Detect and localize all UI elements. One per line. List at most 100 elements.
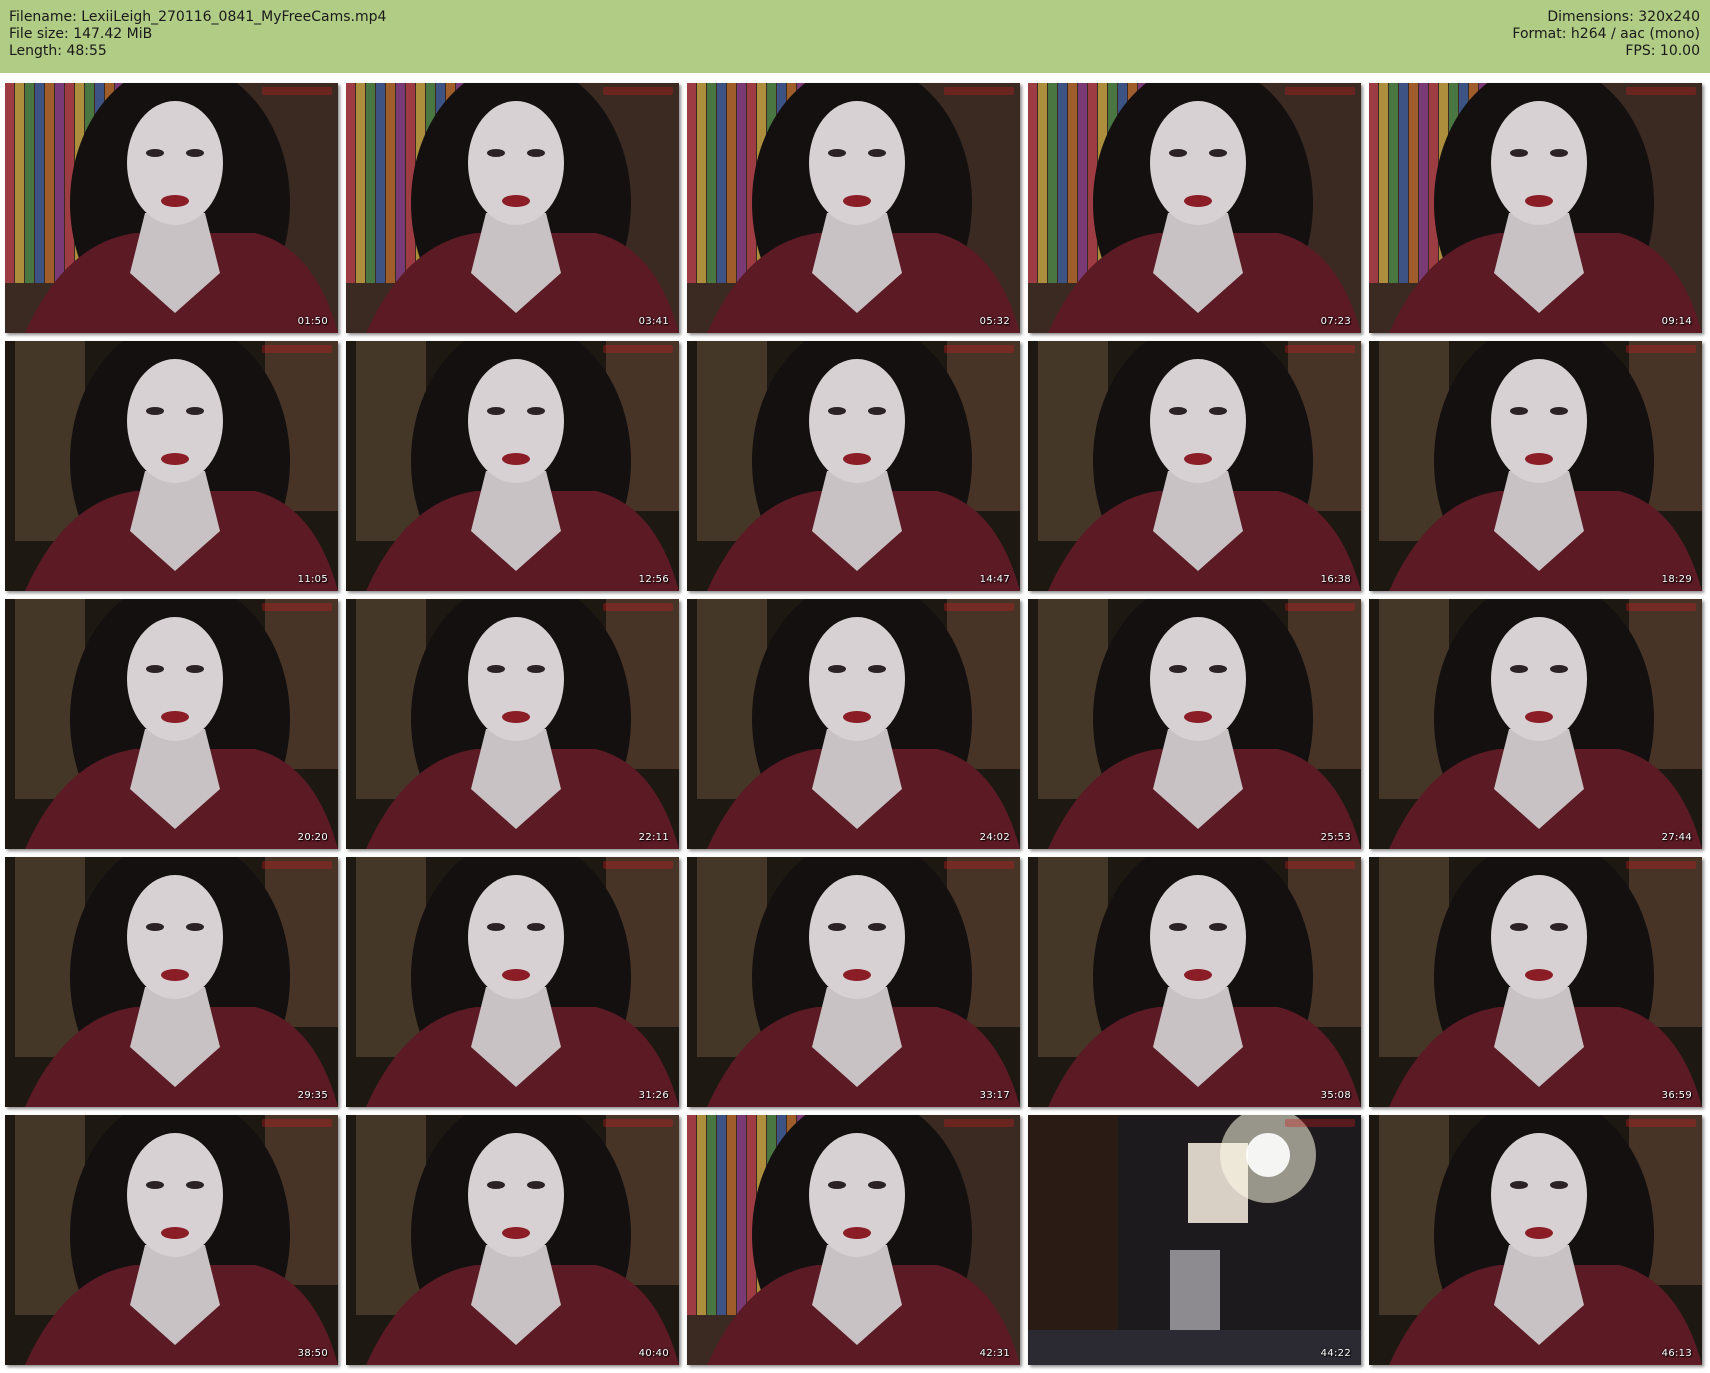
thumbnail-timestamp: 33:17 <box>979 1090 1010 1101</box>
video-thumbnail: 29:35 <box>5 857 338 1107</box>
thumbnail-timestamp: 18:29 <box>1661 574 1692 585</box>
watermark <box>944 87 1014 95</box>
thumbnail-image <box>1369 1115 1702 1365</box>
thumbnail-timestamp: 44:22 <box>1320 1348 1351 1359</box>
thumbnail-timestamp: 40:40 <box>638 1348 669 1359</box>
thumbnail-image <box>346 1115 679 1365</box>
video-thumbnail: 42:31 <box>687 1115 1020 1365</box>
video-thumbnail: 46:13 <box>1369 1115 1702 1365</box>
thumbnail-timestamp: 29:35 <box>297 1090 328 1101</box>
video-thumbnail: 27:44 <box>1369 599 1702 849</box>
thumbnail-timestamp: 42:31 <box>979 1348 1010 1359</box>
video-thumbnail: 44:22 <box>1028 1115 1361 1365</box>
watermark <box>944 1119 1014 1127</box>
thumbnail-image <box>346 341 679 591</box>
watermark <box>1285 603 1355 611</box>
video-thumbnail: 05:32 <box>687 83 1020 333</box>
watermark <box>262 603 332 611</box>
thumbnail-image <box>687 857 1020 1107</box>
thumbnail-image <box>1369 599 1702 849</box>
video-thumbnail: 18:29 <box>1369 341 1702 591</box>
video-thumbnail: 38:50 <box>5 1115 338 1365</box>
watermark <box>1285 861 1355 869</box>
thumbnail-timestamp: 20:20 <box>297 832 328 843</box>
thumbnail-image <box>1028 1115 1361 1365</box>
thumbnail-timestamp: 31:26 <box>638 1090 669 1101</box>
thumbnail-timestamp: 35:08 <box>1320 1090 1351 1101</box>
thumbnail-timestamp: 12:56 <box>638 574 669 585</box>
thumbnail-image <box>5 599 338 849</box>
thumbnail-timestamp: 14:47 <box>979 574 1010 585</box>
watermark <box>262 345 332 353</box>
video-thumbnail: 16:38 <box>1028 341 1361 591</box>
video-thumbnail: 03:41 <box>346 83 679 333</box>
video-thumbnail: 12:56 <box>346 341 679 591</box>
watermark <box>1285 345 1355 353</box>
thumbnail-image <box>346 857 679 1107</box>
dimensions-text: Dimensions: 320x240 <box>1547 9 1700 25</box>
watermark <box>262 861 332 869</box>
file-info: Filename: LexiiLeigh_270116_0841_MyFreeC… <box>9 9 386 60</box>
video-thumbnail: 25:53 <box>1028 599 1361 849</box>
video-thumbnail: 11:05 <box>5 341 338 591</box>
video-thumbnail: 01:50 <box>5 83 338 333</box>
thumbnail-image <box>1369 341 1702 591</box>
info-header: Filename: LexiiLeigh_270116_0841_MyFreeC… <box>0 0 1710 73</box>
video-thumbnail: 09:14 <box>1369 83 1702 333</box>
watermark <box>1626 1119 1696 1127</box>
thumbnail-grid: 01:50 03:41 05:32 07:23 09:14 11:05 12:56 14:47… <box>0 73 1710 1373</box>
thumbnail-timestamp: 22:11 <box>638 832 669 843</box>
video-thumbnail: 22:11 <box>346 599 679 849</box>
thumbnail-image <box>5 857 338 1107</box>
thumbnail-image <box>1028 599 1361 849</box>
fps-text: FPS: 10.00 <box>1625 43 1700 59</box>
watermark <box>603 87 673 95</box>
watermark <box>1285 1119 1355 1127</box>
thumbnail-image <box>1028 83 1361 333</box>
video-thumbnail: 24:02 <box>687 599 1020 849</box>
filesize-text: File size: 147.42 MiB <box>9 26 153 42</box>
thumbnail-image <box>687 599 1020 849</box>
thumbnail-timestamp: 09:14 <box>1661 316 1692 327</box>
thumbnail-image <box>687 341 1020 591</box>
thumbnail-image <box>1369 83 1702 333</box>
thumbnail-image <box>346 599 679 849</box>
stream-info: Dimensions: 320x240 Format: h264 / aac (… <box>1512 9 1700 60</box>
thumbnail-timestamp: 46:13 <box>1661 1348 1692 1359</box>
video-thumbnail: 40:40 <box>346 1115 679 1365</box>
video-thumbnail: 31:26 <box>346 857 679 1107</box>
video-thumbnail: 14:47 <box>687 341 1020 591</box>
thumbnail-image <box>687 1115 1020 1365</box>
thumbnail-timestamp: 07:23 <box>1320 316 1351 327</box>
watermark <box>1285 87 1355 95</box>
watermark <box>262 87 332 95</box>
thumbnail-timestamp: 24:02 <box>979 832 1010 843</box>
format-text: Format: h264 / aac (mono) <box>1512 26 1700 42</box>
thumbnail-timestamp: 03:41 <box>638 316 669 327</box>
video-thumbnail: 33:17 <box>687 857 1020 1107</box>
watermark <box>603 345 673 353</box>
length-text: Length: 48:55 <box>9 43 107 59</box>
thumbnail-image <box>1028 341 1361 591</box>
thumbnail-image <box>687 83 1020 333</box>
watermark <box>1626 345 1696 353</box>
thumbnail-timestamp: 36:59 <box>1661 1090 1692 1101</box>
watermark <box>603 603 673 611</box>
thumbnail-image <box>5 1115 338 1365</box>
thumbnail-timestamp: 27:44 <box>1661 832 1692 843</box>
video-thumbnail: 07:23 <box>1028 83 1361 333</box>
thumbnail-timestamp: 11:05 <box>297 574 328 585</box>
watermark <box>1626 87 1696 95</box>
thumbnail-image <box>5 83 338 333</box>
watermark <box>262 1119 332 1127</box>
watermark <box>1626 861 1696 869</box>
thumbnail-timestamp: 05:32 <box>979 316 1010 327</box>
thumbnail-image <box>1369 857 1702 1107</box>
thumbnail-timestamp: 01:50 <box>297 316 328 327</box>
filename-text: Filename: LexiiLeigh_270116_0841_MyFreeC… <box>9 9 387 25</box>
thumbnail-timestamp: 25:53 <box>1320 832 1351 843</box>
watermark <box>944 345 1014 353</box>
thumbnail-timestamp: 38:50 <box>297 1348 328 1359</box>
thumbnail-image <box>5 341 338 591</box>
thumbnail-image <box>1028 857 1361 1107</box>
